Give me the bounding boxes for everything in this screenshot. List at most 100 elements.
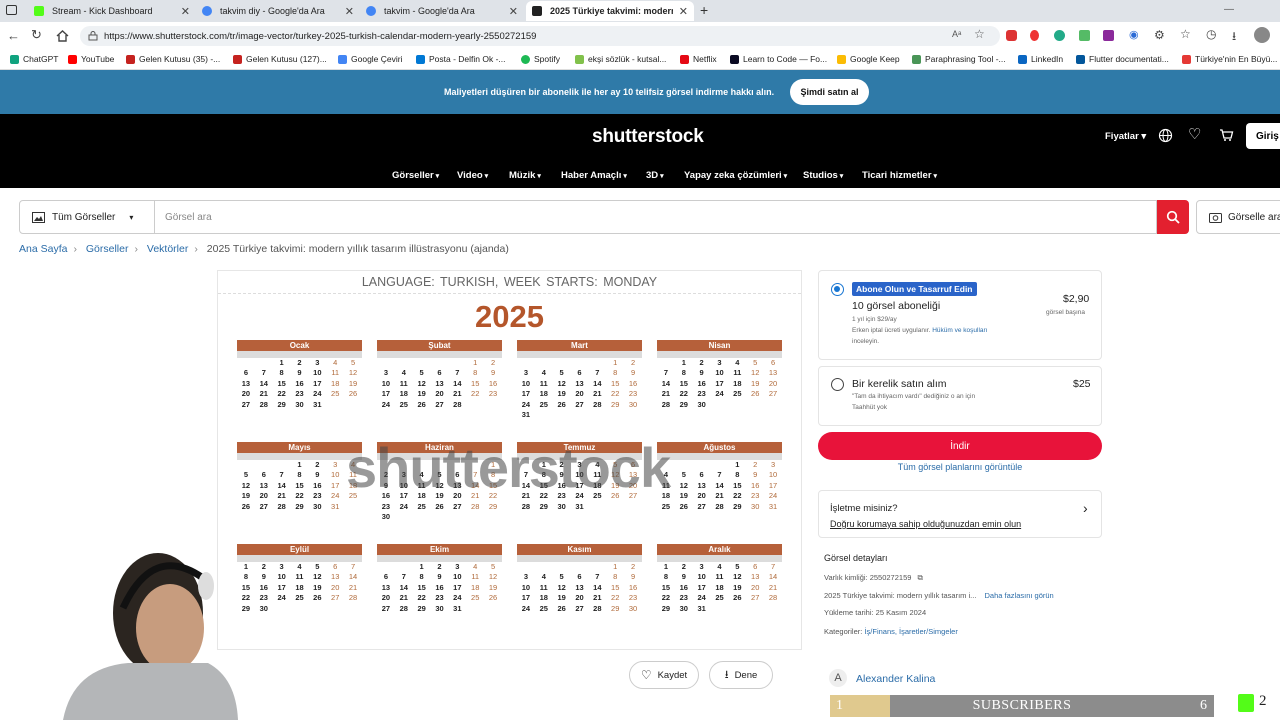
bookmark-hepsiburada[interactable]: Türkiye'nin En Büyü... <box>1182 54 1277 64</box>
favorites-icon[interactable]: ☆ <box>1180 27 1191 41</box>
all-plans-link[interactable]: Tüm görsel planlarını görüntüle <box>818 462 1102 472</box>
day-cell: 25 <box>661 501 671 511</box>
bookmark-quillbot[interactable]: Paraphrasing Tool -... <box>912 54 1006 64</box>
site-info-icon[interactable] <box>88 31 98 41</box>
day-cell: 13 <box>381 582 391 592</box>
extension-1-icon[interactable] <box>1006 30 1017 41</box>
extension-2-icon[interactable] <box>1030 30 1039 41</box>
day-cell: 28 <box>715 501 724 511</box>
bookmark-gmail-1[interactable]: Gelen Kutusu (35) -... <box>126 54 220 64</box>
day-cell: 28 <box>593 399 602 409</box>
image-search-button[interactable]: Görselle ara <box>1196 200 1280 234</box>
home-icon[interactable] <box>56 30 69 42</box>
day-cell: 10 <box>521 378 531 388</box>
tab-google-search-1[interactable]: takvim diy - Google'da Ara ✕ <box>196 1 360 21</box>
bookmark-netflix[interactable]: Netflix <box>680 54 717 64</box>
tab-actions-icon[interactable] <box>6 5 17 15</box>
day-cell: 9 <box>699 368 704 378</box>
download-button[interactable]: İndir <box>818 432 1102 460</box>
day-cell: 11 <box>733 368 742 378</box>
extension-5-icon[interactable] <box>1103 30 1114 41</box>
bookmark-google-keep[interactable]: Google Keep <box>837 54 900 64</box>
categories-link[interactable]: İş/Finans, İşaretler/Simgeler <box>864 627 957 636</box>
bookmark-youtube[interactable]: YouTube <box>68 54 114 64</box>
breadcrumb-home[interactable]: Ana Sayfa <box>19 243 67 255</box>
favorite-star-icon[interactable]: ☆ <box>974 27 985 41</box>
day-cell: 14 <box>593 582 602 592</box>
one-time-radio[interactable] <box>831 378 844 391</box>
bookmark-linkedin[interactable]: LinkedIn <box>1018 54 1063 64</box>
save-button[interactable]: ♡ Kaydet <box>629 661 699 689</box>
chevron-right-icon[interactable]: › <box>1083 500 1088 516</box>
buy-now-button[interactable]: Şimdi satın al <box>790 79 869 105</box>
nav-video[interactable]: Video <box>457 170 488 181</box>
tab-google-search-2[interactable]: takvim - Google'da Ara ✕ <box>360 1 524 21</box>
tab-shutterstock[interactable]: 2025 Türkiye takvimi: modern yıllı ✕ <box>526 1 694 21</box>
language-globe-icon[interactable] <box>1158 128 1173 143</box>
kick-favicon-icon <box>34 6 44 16</box>
day-cell: 24 <box>768 491 778 501</box>
extension-6-icon[interactable]: ◉ <box>1129 28 1139 41</box>
back-icon[interactable]: ← <box>7 28 20 43</box>
nav-images[interactable]: Görseller <box>392 170 439 181</box>
terms-link[interactable]: Hüküm ve koşulları <box>932 327 987 334</box>
bookmark-spotify[interactable]: Spotify <box>521 54 560 64</box>
close-tab-icon[interactable]: ✕ <box>345 5 354 18</box>
day-cell: 25 <box>295 593 304 603</box>
extensions-icon[interactable]: ⚙ <box>1154 28 1165 42</box>
login-button[interactable]: Giriş <box>1246 123 1280 149</box>
extension-3-icon[interactable] <box>1054 30 1065 41</box>
image-preview[interactable]: LANGUAGE: TURKISH, WEEK STARTS: MONDAY 2… <box>217 270 802 650</box>
new-tab-icon[interactable]: + <box>700 2 708 18</box>
search-button[interactable] <box>1157 200 1189 234</box>
breadcrumb-separator-icon: › <box>73 243 77 255</box>
day-cell: 25 <box>471 593 480 603</box>
day-cell: 1 <box>473 358 478 367</box>
day-cell: 17 <box>715 378 724 388</box>
see-more-link[interactable]: Daha fazlasını görün <box>985 591 1054 600</box>
search-input[interactable]: Görsel ara <box>155 200 1157 234</box>
favorites-heart-icon[interactable]: ♡ <box>1188 125 1201 143</box>
day-cell-empty <box>535 358 553 368</box>
nav-ai-solutions[interactable]: Yapay zeka çözümleri <box>684 170 787 181</box>
author-link[interactable]: Alexander Kalina <box>856 673 935 685</box>
nav-music[interactable]: Müzik <box>509 170 541 181</box>
url-field[interactable]: https://www.shutterstock.com/tr/image-ve… <box>80 26 1000 46</box>
minimize-icon[interactable]: — <box>1224 4 1234 15</box>
bookmark-google-translate[interactable]: Google Çeviri <box>338 54 403 64</box>
bookmark-outlook[interactable]: Posta - Delfin Ok -... <box>416 54 506 64</box>
tab-title: takvim diy - Google'da Ara <box>220 6 325 16</box>
close-tab-icon[interactable]: ✕ <box>679 5 688 18</box>
try-button[interactable]: ⭳ Dene <box>709 661 773 689</box>
nav-studios[interactable]: Studios <box>803 170 843 181</box>
history-icon[interactable]: ◷ <box>1206 27 1216 41</box>
download-icon[interactable]: ⭳ <box>1232 27 1236 48</box>
business-card[interactable] <box>818 490 1102 538</box>
profile-avatar[interactable] <box>1254 27 1270 43</box>
day-cell: 29 <box>539 501 548 511</box>
bookmark-gmail-2[interactable]: Gelen Kutusu (127)... <box>233 54 327 64</box>
cart-icon[interactable] <box>1219 128 1234 142</box>
subscription-radio[interactable] <box>831 283 844 296</box>
copy-icon[interactable]: ⧉ <box>918 573 923 582</box>
nav-editorial[interactable]: Haber Amaçlı <box>561 170 627 181</box>
day-cell: 29 <box>241 603 251 613</box>
bookmark-freecodecamp[interactable]: Learn to Code — Fo... <box>730 54 827 64</box>
tab-kick-dashboard[interactable]: Stream - Kick Dashboard ✕ <box>28 1 196 21</box>
bookmark-chatgpt[interactable]: ChatGPT <box>10 54 58 64</box>
extension-4-icon[interactable] <box>1079 30 1090 41</box>
breadcrumb-images[interactable]: Görseller <box>86 243 129 255</box>
nav-3d[interactable]: 3D <box>646 170 664 181</box>
pricing-menu[interactable]: Fiyatlar ▾ <box>1105 131 1146 142</box>
bookmark-flutter[interactable]: Flutter documentati... <box>1076 54 1169 64</box>
close-tab-icon[interactable]: ✕ <box>181 5 190 18</box>
nav-business-services[interactable]: Ticari hizmetler <box>862 170 937 181</box>
category-select[interactable]: Tüm Görseller ▾ <box>19 200 155 234</box>
bookmark-eksi[interactable]: ekşi sözlük - kutsal... <box>575 54 666 64</box>
reload-icon[interactable]: ↻ <box>31 27 42 43</box>
breadcrumb-vectors[interactable]: Vektörler <box>147 243 188 255</box>
read-aloud-icon[interactable]: Aᵃ <box>952 29 961 39</box>
shutterstock-logo[interactable]: shutterstock <box>592 126 704 148</box>
close-tab-icon[interactable]: ✕ <box>509 5 518 18</box>
business-link[interactable]: Doğru korumaya sahip olduğunuzdan emin o… <box>830 519 1021 529</box>
